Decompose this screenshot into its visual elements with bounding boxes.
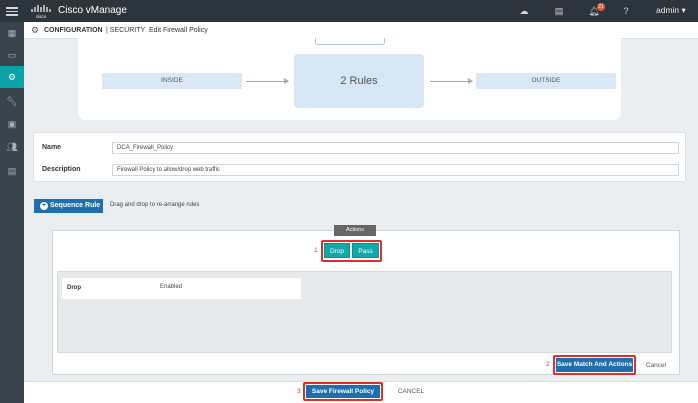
monitor-icon[interactable]: ▭ — [0, 44, 24, 66]
zone-outside: OUTSIDE — [476, 73, 616, 89]
admin-icon[interactable]: 👥︎ — [0, 136, 24, 158]
rules-box[interactable]: 2 Rules — [294, 54, 424, 108]
breadcrumb: ⚙ CONFIGURATION | SECURITY Edit Firewall… — [24, 22, 698, 39]
top-bar: cisco Cisco vManage ☁ ▤ 🔔︎ 21 ? admin ▾ — [0, 0, 698, 22]
tasks-icon[interactable]: ▤ — [553, 5, 565, 17]
breadcrumb-section: CONFIGURATION — [44, 27, 103, 34]
cancel-match-button[interactable]: Cancel — [641, 360, 671, 371]
sidebar: ▦ ▭ ⚙ 🔧︎ ▣ 👥︎ ▤ — [0, 22, 24, 403]
svg-text:cisco: cisco — [36, 14, 47, 19]
list-item: Drop Enabled — [62, 278, 301, 299]
zone-inside: INSIDE — [102, 73, 242, 89]
configuration-icon[interactable]: ⚙ — [0, 66, 24, 88]
cloud-icon[interactable]: ☁ — [518, 5, 530, 17]
action-key: Drop — [67, 285, 81, 291]
app-title: Cisco vManage — [58, 5, 127, 16]
save-firewall-policy-button[interactable]: Save Firewall Policy — [306, 385, 380, 398]
action-value: Enabled — [160, 284, 183, 290]
description-label: Description — [42, 166, 81, 173]
sequence-rule-button[interactable]: + Sequence Rule — [34, 199, 103, 213]
policy-diagram: INSIDE 2 Rules OUTSIDE — [78, 38, 621, 120]
user-name: admin — [656, 5, 680, 15]
notification-badge: 21 — [597, 3, 605, 11]
page-title: Edit Firewall Policy — [149, 27, 208, 34]
tools-icon[interactable]: 🔧︎ — [0, 90, 24, 112]
callout-1: 1 — [314, 247, 318, 254]
user-menu[interactable]: admin ▾ — [656, 5, 686, 16]
breadcrumb-subsection: | SECURITY — [106, 27, 145, 34]
gear-icon: ⚙ — [31, 25, 40, 35]
maintenance-icon[interactable]: ▣ — [0, 113, 24, 135]
help-icon[interactable]: ? — [620, 5, 632, 17]
arrow-right-icon — [246, 78, 289, 84]
callout-2: 2 — [546, 361, 550, 368]
tab-actions[interactable]: Actions — [334, 225, 376, 236]
diagram-top-box — [315, 38, 385, 45]
plus-icon: + — [40, 202, 48, 210]
description-input[interactable]: Firewall Policy to allow/drop web traffi… — [112, 164, 679, 176]
name-label: Name — [42, 144, 62, 151]
hamburger-menu-icon[interactable] — [6, 5, 18, 17]
name-input[interactable]: DCA_Firewall_Policy — [112, 142, 679, 154]
analytics-icon[interactable]: ▤ — [0, 160, 24, 182]
cancel-button[interactable]: CANCEL — [393, 386, 429, 397]
drop-button[interactable]: Drop — [324, 243, 350, 258]
breadcrumb-separator: | — [106, 27, 108, 34]
policy-form: Name DCA_Firewall_Policy Description Fir… — [33, 132, 686, 182]
callout-3: 3 — [297, 388, 301, 395]
sequence-hint: Drag and drop to re-arrange rules — [110, 202, 200, 208]
arrow-right-icon — [430, 78, 473, 84]
save-match-actions-button[interactable]: Save Match And Actions — [556, 358, 633, 372]
cisco-logo: cisco — [30, 3, 52, 19]
pass-button[interactable]: Pass — [352, 243, 379, 258]
breadcrumb-subsection-label: SECURITY — [109, 27, 146, 34]
dashboard-icon[interactable]: ▦ — [0, 22, 24, 44]
sequence-rule-label: Sequence Rule — [50, 202, 101, 209]
